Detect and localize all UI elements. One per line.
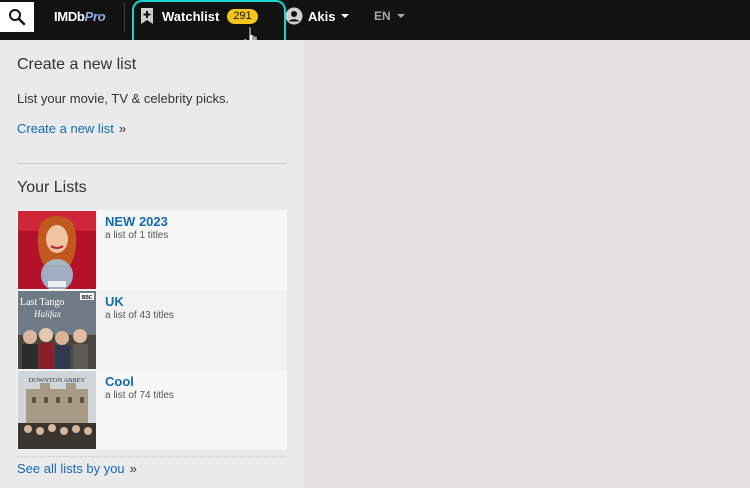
chevron-down-icon (341, 14, 350, 18)
list-count-text: a list of 74 titles (105, 390, 174, 401)
poster-badge-text: BBC (82, 295, 93, 301)
list-count-text: a list of 1 titles (105, 230, 169, 241)
chevron-down-icon (396, 14, 405, 18)
main-content-area (304, 40, 750, 488)
nav-divider (124, 2, 125, 32)
list-footer-divider (17, 456, 287, 457)
lists-side-panel: Create a new list List your movie, TV & … (0, 40, 304, 488)
language-label: EN (374, 9, 391, 23)
list-item[interactable]: DOWNTON ABBEY Cool a list of 74 titles (17, 370, 287, 450)
user-name: Akis (308, 8, 336, 24)
user-menu-button[interactable]: Akis (285, 0, 350, 32)
list-poster-image (18, 211, 96, 289)
list-count-text: a list of 43 titles (105, 310, 174, 321)
watchlist-count-badge: 291 (227, 8, 258, 24)
create-list-heading: Create a new list (17, 56, 137, 73)
watchlist-label: Watchlist (162, 8, 220, 24)
poster-title-text: DOWNTON ABBEY (29, 377, 86, 384)
watchlist-button[interactable]: Watchlist 291 (140, 0, 258, 32)
create-list-description: List your movie, TV & celebrity picks. (17, 91, 230, 106)
list-name-link[interactable]: UK (105, 294, 174, 309)
bookmark-plus-icon (141, 8, 153, 24)
list-thumbnail[interactable] (18, 211, 96, 289)
imdbpro-logo[interactable]: IMDbPro (54, 9, 106, 24)
your-lists-heading: Your Lists (17, 179, 87, 196)
search-button[interactable] (0, 2, 34, 32)
create-new-list-link[interactable]: Create a new list » (17, 121, 126, 136)
list-name-link[interactable]: NEW 2023 (105, 214, 168, 229)
user-avatar-icon (285, 7, 303, 25)
list-poster-image: BBC Last Tango Halifax (18, 291, 96, 369)
top-navigation-bar: IMDbPro Watchlist 291 Akis EN (0, 0, 750, 40)
section-divider (17, 163, 287, 164)
list-name-link[interactable]: Cool (105, 374, 174, 389)
create-link-arrow: » (118, 121, 127, 136)
logo-main-text: IMDb (54, 9, 85, 24)
list-item[interactable]: BBC Last Tango Halifax UK a list of 43 t… (17, 290, 287, 370)
poster-subtitle-text: Halifax (33, 309, 61, 319)
list-poster-image: DOWNTON ABBEY (18, 371, 96, 449)
see-all-lists-text: See all lists by you (17, 461, 125, 476)
language-selector[interactable]: EN (374, 0, 405, 32)
list-thumbnail[interactable]: DOWNTON ABBEY (18, 371, 96, 449)
logo-pro-text: Pro (84, 9, 106, 24)
create-new-list-link-text: Create a new list (17, 121, 114, 136)
list-thumbnail[interactable]: BBC Last Tango Halifax (18, 291, 96, 369)
see-all-arrow: » (129, 461, 137, 476)
poster-title-text: Last Tango (20, 297, 64, 308)
list-item[interactable]: NEW 2023 a list of 1 titles (17, 210, 287, 290)
see-all-lists-link[interactable]: See all lists by you » (17, 461, 137, 476)
search-icon (9, 9, 26, 26)
